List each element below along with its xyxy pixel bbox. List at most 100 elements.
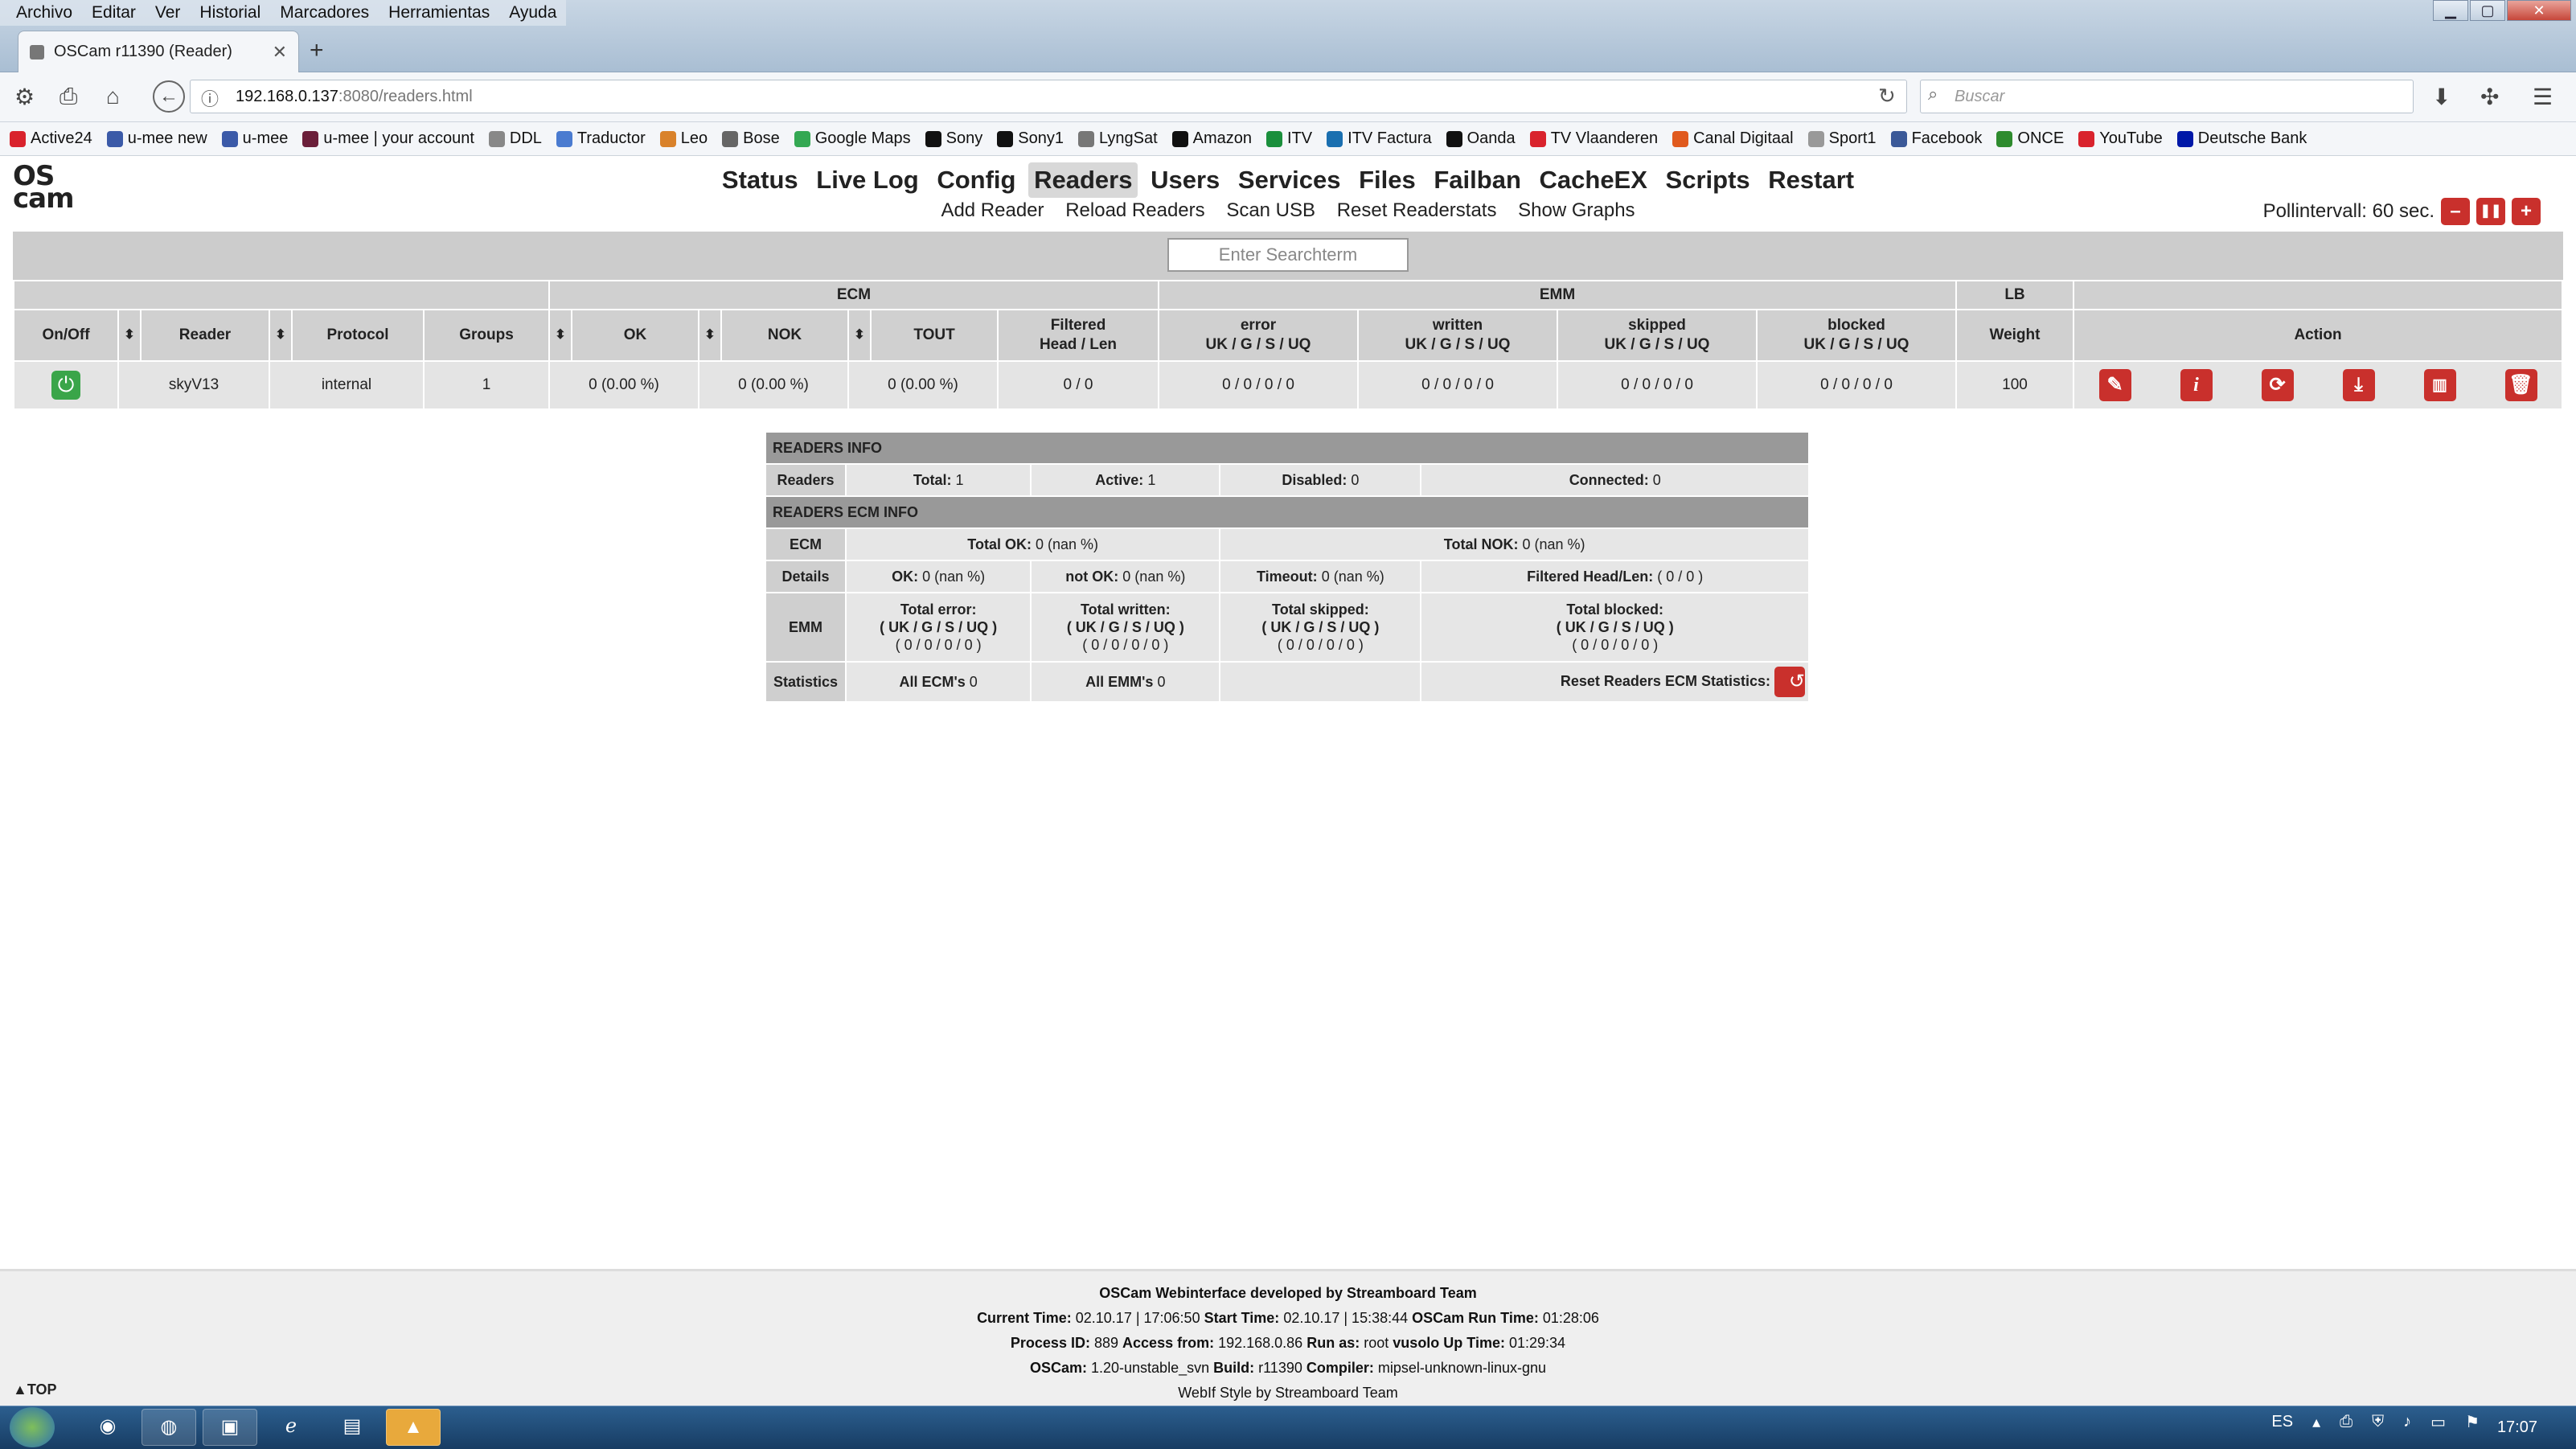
app-icon[interactable]: ▲: [386, 1409, 441, 1446]
bookmark-item[interactable]: Sport1: [1807, 129, 1877, 148]
bookmark-item[interactable]: Oanda: [1446, 129, 1516, 148]
maximize-icon[interactable]: ▢: [2470, 0, 2505, 21]
download-arrow-icon[interactable]: ⬇: [2432, 84, 2451, 110]
shield-icon[interactable]: ⛨: [2372, 1413, 2384, 1431]
browser-search-input[interactable]: Buscar: [1920, 80, 2414, 113]
col-filtered-line2: Head / Len: [1039, 336, 1118, 353]
reader-name-link[interactable]: skyV13: [117, 360, 270, 410]
bookmark-item[interactable]: Sony: [925, 129, 982, 148]
terminal-icon[interactable]: ▣: [203, 1409, 257, 1446]
back-arrow-icon[interactable]: ←: [153, 80, 185, 113]
refresh-icon[interactable]: ⟳: [2261, 369, 2294, 401]
reload-icon[interactable]: ↻: [1878, 84, 1896, 109]
group-header-emm: EMM: [1158, 280, 1957, 310]
add-reader-link[interactable]: Add Reader: [933, 199, 1052, 222]
menu-status[interactable]: Status: [716, 162, 804, 198]
bookmark-item[interactable]: Deutsche Bank: [2176, 129, 2307, 148]
poll-increase-button[interactable]: +: [2512, 198, 2541, 225]
internet-explorer-icon[interactable]: ℯ: [264, 1409, 318, 1446]
print-icon[interactable]: ⎙: [59, 84, 77, 110]
bookmark-item[interactable]: Google Maps: [794, 129, 911, 148]
start-button[interactable]: [10, 1407, 55, 1447]
media-player-icon[interactable]: ◉: [80, 1409, 135, 1446]
bookmark-item[interactable]: Leo: [659, 129, 708, 148]
bookmark-item[interactable]: u-mee: [221, 129, 288, 148]
tray-expand-icon[interactable]: ▴: [2312, 1412, 2320, 1432]
minimize-icon[interactable]: ▁: [2433, 0, 2468, 21]
menu-ayuda[interactable]: Ayuda: [499, 3, 566, 23]
menu-users[interactable]: Users: [1145, 162, 1225, 198]
bookmark-favicon-icon: [221, 130, 238, 147]
settings-gear-icon[interactable]: ⚙: [14, 84, 35, 110]
taskbar-clock[interactable]: 17:07: [2497, 1418, 2537, 1437]
network-icon[interactable]: ▭: [2430, 1412, 2446, 1432]
bookmark-item[interactable]: YouTube: [2078, 129, 2163, 148]
sort-reader-icon[interactable]: ⬍: [117, 309, 142, 362]
bookmark-item[interactable]: ITV Factura: [1327, 129, 1432, 148]
sort-protocol-icon[interactable]: ⬍: [269, 309, 293, 362]
bookmark-item[interactable]: ONCE: [1996, 129, 2064, 148]
power-on-icon[interactable]: ⏻: [51, 371, 80, 400]
bookmark-item[interactable]: Bose: [722, 129, 780, 148]
sort-tout-icon[interactable]: ⬍: [847, 309, 872, 362]
bookmark-item[interactable]: Amazon: [1171, 129, 1252, 148]
bookmark-item[interactable]: Traductor: [556, 129, 646, 148]
menu-live-log[interactable]: Live Log: [810, 162, 924, 198]
menu-scripts[interactable]: Scripts: [1660, 162, 1756, 198]
delete-icon[interactable]: 🗑: [2504, 369, 2537, 401]
menu-historial[interactable]: Historial: [190, 3, 270, 23]
menu-ver[interactable]: Ver: [146, 3, 191, 23]
firefox-icon[interactable]: ◍: [142, 1409, 196, 1446]
file-explorer-icon[interactable]: ▤: [325, 1409, 379, 1446]
bookmark-item[interactable]: Facebook: [1890, 129, 1982, 148]
site-info-icon[interactable]: ⓘ: [201, 85, 219, 111]
flag-icon[interactable]: ⚑: [2465, 1412, 2480, 1432]
menu-config[interactable]: Config: [931, 162, 1021, 198]
menu-archivo[interactable]: Archivo: [6, 3, 82, 23]
menu-services[interactable]: Services: [1233, 162, 1347, 198]
close-tab-icon[interactable]: ✕: [273, 42, 287, 63]
info-icon[interactable]: i: [2180, 369, 2213, 401]
bookmark-item[interactable]: LyngSat: [1077, 129, 1158, 148]
bookmark-item[interactable]: Sony1: [997, 129, 1064, 148]
close-window-icon[interactable]: ✕: [2507, 0, 2571, 21]
show-graphs-link[interactable]: Show Graphs: [1510, 199, 1643, 222]
home-icon[interactable]: ⌂: [106, 84, 120, 109]
browser-tab[interactable]: OSCam r11390 (Reader) ✕: [18, 31, 299, 72]
bookmark-item[interactable]: ITV: [1266, 129, 1312, 148]
search-term-input[interactable]: Enter Searchterm: [1167, 238, 1409, 272]
bookmark-item[interactable]: u-mee new: [106, 129, 207, 148]
volume-icon[interactable]: ♪: [2403, 1413, 2411, 1431]
printer-icon[interactable]: ⎙: [2340, 1413, 2352, 1431]
bookmark-item[interactable]: TV Vlaanderen: [1529, 129, 1658, 148]
poll-pause-button[interactable]: ❚❚: [2476, 198, 2505, 225]
reset-readerstats-link[interactable]: Reset Readerstats: [1329, 199, 1505, 222]
menu-failban[interactable]: Failban: [1428, 162, 1527, 198]
menu-marcadores[interactable]: Marcadores: [270, 3, 379, 23]
hamburger-menu-icon[interactable]: ☰: [2533, 84, 2553, 110]
sort-nok-icon[interactable]: ⬍: [698, 309, 722, 362]
bookmark-item[interactable]: Canal Digitaal: [1672, 129, 1794, 148]
menu-readers[interactable]: Readers: [1028, 162, 1138, 198]
back-to-top-link[interactable]: ▲TOP: [13, 1381, 57, 1398]
menu-editar[interactable]: Editar: [82, 3, 146, 23]
menu-cacheex[interactable]: CacheEX: [1534, 162, 1653, 198]
graph-icon[interactable]: ▥: [2423, 369, 2456, 401]
scan-usb-link[interactable]: Scan USB: [1218, 199, 1323, 222]
poll-decrease-button[interactable]: –: [2441, 198, 2470, 225]
language-indicator[interactable]: ES: [2271, 1413, 2293, 1431]
url-bar[interactable]: 192.168.0.137:8080/readers.html: [190, 80, 1907, 113]
extension-icon[interactable]: ✣: [2480, 84, 2499, 110]
reset-statistics-icon[interactable]: ↺: [1774, 667, 1805, 697]
new-tab-icon[interactable]: +: [310, 37, 324, 64]
menu-restart[interactable]: Restart: [1762, 162, 1860, 198]
reload-readers-link[interactable]: Reload Readers: [1057, 199, 1212, 222]
download-icon[interactable]: ⤓: [2342, 369, 2375, 401]
menu-files[interactable]: Files: [1353, 162, 1421, 198]
edit-icon[interactable]: ✎: [2098, 369, 2131, 401]
bookmark-item[interactable]: Active24: [10, 129, 92, 148]
menu-herramientas[interactable]: Herramientas: [379, 3, 499, 23]
sort-ok-icon[interactable]: ⬍: [548, 309, 572, 362]
bookmark-item[interactable]: u-mee | your account: [302, 129, 474, 148]
bookmark-item[interactable]: DDL: [488, 129, 542, 148]
